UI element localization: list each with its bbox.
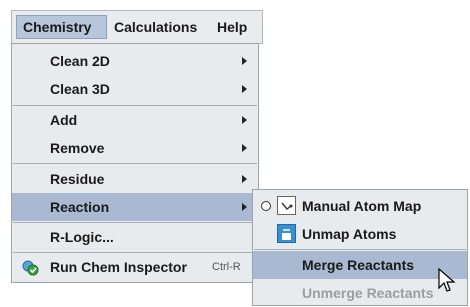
menu-item-add[interactable]: Add: [12, 106, 258, 134]
radio-button-icon: [261, 201, 271, 211]
unmap-glyph: [282, 229, 291, 240]
submenu-item-merge-reactants[interactable]: Merge Reactants: [253, 251, 467, 279]
submenu-item-manual-atom-map-label: Manual Atom Map: [302, 198, 422, 214]
unmap-atoms-icon: [277, 224, 296, 243]
menu-item-reaction[interactable]: Reaction: [12, 193, 258, 221]
menu-item-add-label: Add: [50, 112, 78, 128]
menu-item-clean-3d[interactable]: Clean 3D: [12, 75, 258, 103]
menu-calculations[interactable]: Calculations: [108, 15, 203, 39]
reaction-submenu: Manual Atom Map Unmap Atoms Merge Reacta…: [252, 189, 468, 306]
submenu-item-merge-reactants-label: Merge Reactants: [302, 257, 415, 273]
submenu-arrow-icon: [242, 144, 247, 152]
submenu-arrow-icon: [242, 57, 247, 65]
submenu-item-unmerge-reactants[interactable]: Unmerge Reactants: [253, 279, 467, 307]
menu-chemistry-label: Chemistry: [23, 19, 92, 35]
submenu-item-manual-atom-map[interactable]: Manual Atom Map: [253, 192, 467, 220]
chemistry-dropdown: Clean 2D Clean 3D Add Remove Residue Rea…: [11, 43, 259, 283]
mouse-pointer-icon: [438, 268, 456, 292]
menu-item-clean-3d-label: Clean 3D: [50, 81, 110, 97]
menu-item-run-chem-inspector-label: Run Chem Inspector: [50, 259, 187, 275]
menu-item-residue-label: Residue: [50, 171, 105, 187]
menu-separator: [254, 249, 466, 250]
menu-item-remove-label: Remove: [50, 140, 105, 156]
menu-item-reaction-label: Reaction: [50, 199, 110, 215]
chem-inspector-icon: [22, 260, 39, 276]
menu-item-run-chem-inspector[interactable]: Run Chem Inspector Ctrl-R: [12, 253, 258, 281]
menu-help[interactable]: Help: [211, 15, 253, 39]
submenu-item-unmerge-reactants-label: Unmerge Reactants: [302, 285, 434, 301]
menu-item-clean-2d-label: Clean 2D: [50, 53, 110, 69]
menu-bar: Chemistry Calculations Help: [11, 10, 263, 44]
submenu-arrow-icon: [242, 203, 247, 211]
submenu-arrow-icon: [242, 85, 247, 93]
shortcut-label: Ctrl-R: [212, 261, 241, 273]
menu-chemistry[interactable]: Chemistry: [16, 15, 107, 39]
menu-item-remove[interactable]: Remove: [12, 134, 258, 162]
atom-map-glyph: [281, 202, 293, 210]
menu-help-label: Help: [217, 19, 248, 35]
menu-separator: [13, 163, 257, 164]
submenu-item-unmap-atoms[interactable]: Unmap Atoms: [253, 220, 467, 248]
submenu-arrow-icon: [242, 175, 247, 183]
menu-item-r-logic[interactable]: R-Logic...: [12, 223, 258, 251]
atom-map-icon: [277, 196, 296, 215]
menu-item-clean-2d[interactable]: Clean 2D: [12, 47, 258, 75]
submenu-arrow-icon: [242, 116, 247, 124]
menu-calculations-label: Calculations: [114, 19, 198, 35]
menu-item-residue[interactable]: Residue: [12, 165, 258, 193]
submenu-item-unmap-atoms-label: Unmap Atoms: [302, 226, 397, 242]
menu-item-r-logic-label: R-Logic...: [50, 229, 114, 245]
